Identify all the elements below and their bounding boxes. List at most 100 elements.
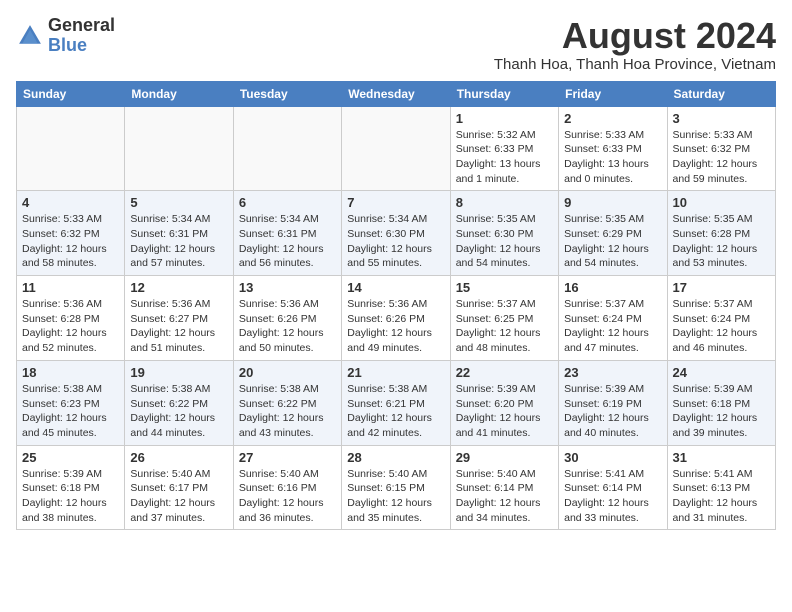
calendar-cell: 29 Sunrise: 5:40 AM Sunset: 6:14 PM Dayli… bbox=[450, 445, 558, 530]
location-subtitle: Thanh Hoa, Thanh Hoa Province, Vietnam bbox=[494, 56, 776, 73]
page-header: General Blue August 2024 Thanh Hoa, Than… bbox=[16, 16, 776, 73]
day-info: Sunrise: 5:33 AM Sunset: 6:33 PM Dayligh… bbox=[564, 128, 661, 187]
column-header-saturday: Saturday bbox=[667, 81, 775, 106]
day-number: 3 bbox=[673, 111, 770, 126]
day-info: Sunrise: 5:39 AM Sunset: 6:18 PM Dayligh… bbox=[673, 382, 770, 441]
day-number: 7 bbox=[347, 195, 444, 210]
month-year-title: August 2024 bbox=[494, 16, 776, 56]
calendar-cell: 3 Sunrise: 5:33 AM Sunset: 6:32 PM Daylig… bbox=[667, 106, 775, 191]
calendar-cell: 22 Sunrise: 5:39 AM Sunset: 6:20 PM Dayli… bbox=[450, 360, 558, 445]
calendar-cell: 31 Sunrise: 5:41 AM Sunset: 6:13 PM Dayli… bbox=[667, 445, 775, 530]
day-info: Sunrise: 5:40 AM Sunset: 6:14 PM Dayligh… bbox=[456, 467, 553, 526]
calendar-week-row: 4Sunrise: 5:33 AM Sunset: 6:32 PM Daylig… bbox=[17, 191, 776, 276]
day-number: 15 bbox=[456, 280, 553, 295]
day-number: 31 bbox=[673, 450, 770, 465]
calendar-week-row: 18 Sunrise: 5:38 AM Sunset: 6:23 PM Dayli… bbox=[17, 360, 776, 445]
calendar-week-row: 1 Sunrise: 5:32 AM Sunset: 6:33 PM Daylig… bbox=[17, 106, 776, 191]
day-number: 9 bbox=[564, 195, 661, 210]
day-info: Sunrise: 5:32 AM Sunset: 6:33 PM Dayligh… bbox=[456, 128, 553, 187]
day-info: Sunrise: 5:38 AM Sunset: 6:23 PM Dayligh… bbox=[22, 382, 119, 441]
calendar-cell: 23 Sunrise: 5:39 AM Sunset: 6:19 PM Dayli… bbox=[559, 360, 667, 445]
day-number: 22 bbox=[456, 365, 553, 380]
column-header-thursday: Thursday bbox=[450, 81, 558, 106]
day-info: Sunrise: 5:39 AM Sunset: 6:19 PM Dayligh… bbox=[564, 382, 661, 441]
day-info: Sunrise: 5:40 AM Sunset: 6:15 PM Dayligh… bbox=[347, 467, 444, 526]
calendar-cell: 9 Sunrise: 5:35 AM Sunset: 6:29 PM Daylig… bbox=[559, 191, 667, 276]
calendar-cell: 14Sunrise: 5:36 AM Sunset: 6:26 PM Dayli… bbox=[342, 276, 450, 361]
column-header-monday: Monday bbox=[125, 81, 233, 106]
day-info: Sunrise: 5:33 AM Sunset: 6:32 PM Dayligh… bbox=[673, 128, 770, 187]
day-number: 11 bbox=[22, 280, 119, 295]
day-info: Sunrise: 5:41 AM Sunset: 6:14 PM Dayligh… bbox=[564, 467, 661, 526]
column-header-wednesday: Wednesday bbox=[342, 81, 450, 106]
calendar-cell: 18 Sunrise: 5:38 AM Sunset: 6:23 PM Dayli… bbox=[17, 360, 125, 445]
day-info: Sunrise: 5:34 AM Sunset: 6:30 PM Dayligh… bbox=[347, 212, 444, 271]
day-number: 29 bbox=[456, 450, 553, 465]
day-info: Sunrise: 5:39 AM Sunset: 6:18 PM Dayligh… bbox=[22, 467, 119, 526]
day-info: Sunrise: 5:35 AM Sunset: 6:29 PM Dayligh… bbox=[564, 212, 661, 271]
day-number: 28 bbox=[347, 450, 444, 465]
day-info: Sunrise: 5:34 AM Sunset: 6:31 PM Dayligh… bbox=[239, 212, 336, 271]
calendar-cell: 17 Sunrise: 5:37 AM Sunset: 6:24 PM Dayli… bbox=[667, 276, 775, 361]
calendar-cell: 26Sunrise: 5:40 AM Sunset: 6:17 PM Dayli… bbox=[125, 445, 233, 530]
calendar-cell: 6Sunrise: 5:34 AM Sunset: 6:31 PM Daylig… bbox=[233, 191, 341, 276]
calendar-cell: 13Sunrise: 5:36 AM Sunset: 6:26 PM Dayli… bbox=[233, 276, 341, 361]
day-info: Sunrise: 5:40 AM Sunset: 6:16 PM Dayligh… bbox=[239, 467, 336, 526]
day-number: 10 bbox=[673, 195, 770, 210]
day-number: 8 bbox=[456, 195, 553, 210]
calendar-cell: 20 Sunrise: 5:38 AM Sunset: 6:22 PM Dayli… bbox=[233, 360, 341, 445]
calendar-cell: 10 Sunrise: 5:35 AM Sunset: 6:28 PM Dayli… bbox=[667, 191, 775, 276]
day-number: 1 bbox=[456, 111, 553, 126]
title-block: August 2024 Thanh Hoa, Thanh Hoa Provinc… bbox=[494, 16, 776, 73]
day-number: 30 bbox=[564, 450, 661, 465]
day-info: Sunrise: 5:38 AM Sunset: 6:22 PM Dayligh… bbox=[239, 382, 336, 441]
calendar-cell: 8Sunrise: 5:35 AM Sunset: 6:30 PM Daylig… bbox=[450, 191, 558, 276]
day-info: Sunrise: 5:37 AM Sunset: 6:24 PM Dayligh… bbox=[564, 297, 661, 356]
day-info: Sunrise: 5:36 AM Sunset: 6:26 PM Dayligh… bbox=[347, 297, 444, 356]
calendar-cell: 2 Sunrise: 5:33 AM Sunset: 6:33 PM Daylig… bbox=[559, 106, 667, 191]
calendar-cell: 28 Sunrise: 5:40 AM Sunset: 6:15 PM Dayli… bbox=[342, 445, 450, 530]
calendar-cell bbox=[125, 106, 233, 191]
column-header-friday: Friday bbox=[559, 81, 667, 106]
calendar-cell: 11 Sunrise: 5:36 AM Sunset: 6:28 PM Dayli… bbox=[17, 276, 125, 361]
calendar-cell: 7 Sunrise: 5:34 AM Sunset: 6:30 PM Daylig… bbox=[342, 191, 450, 276]
day-info: Sunrise: 5:37 AM Sunset: 6:25 PM Dayligh… bbox=[456, 297, 553, 356]
day-info: Sunrise: 5:36 AM Sunset: 6:26 PM Dayligh… bbox=[239, 297, 336, 356]
calendar-cell: 25Sunrise: 5:39 AM Sunset: 6:18 PM Dayli… bbox=[17, 445, 125, 530]
calendar-cell: 19Sunrise: 5:38 AM Sunset: 6:22 PM Dayli… bbox=[125, 360, 233, 445]
day-number: 18 bbox=[22, 365, 119, 380]
day-number: 17 bbox=[673, 280, 770, 295]
day-number: 16 bbox=[564, 280, 661, 295]
day-number: 2 bbox=[564, 111, 661, 126]
day-number: 27 bbox=[239, 450, 336, 465]
calendar-week-row: 11 Sunrise: 5:36 AM Sunset: 6:28 PM Dayli… bbox=[17, 276, 776, 361]
calendar-table: SundayMondayTuesdayWednesdayThursdayFrid… bbox=[16, 81, 776, 531]
day-info: Sunrise: 5:39 AM Sunset: 6:20 PM Dayligh… bbox=[456, 382, 553, 441]
day-number: 21 bbox=[347, 365, 444, 380]
calendar-cell bbox=[233, 106, 341, 191]
calendar-cell: 27 Sunrise: 5:40 AM Sunset: 6:16 PM Dayli… bbox=[233, 445, 341, 530]
logo-general-text: General bbox=[48, 15, 115, 35]
day-info: Sunrise: 5:36 AM Sunset: 6:28 PM Dayligh… bbox=[22, 297, 119, 356]
calendar-cell: 15 Sunrise: 5:37 AM Sunset: 6:25 PM Dayli… bbox=[450, 276, 558, 361]
day-info: Sunrise: 5:37 AM Sunset: 6:24 PM Dayligh… bbox=[673, 297, 770, 356]
day-info: Sunrise: 5:35 AM Sunset: 6:28 PM Dayligh… bbox=[673, 212, 770, 271]
day-number: 23 bbox=[564, 365, 661, 380]
day-info: Sunrise: 5:40 AM Sunset: 6:17 PM Dayligh… bbox=[130, 467, 227, 526]
calendar-cell: 30 Sunrise: 5:41 AM Sunset: 6:14 PM Dayli… bbox=[559, 445, 667, 530]
calendar-header-row: SundayMondayTuesdayWednesdayThursdayFrid… bbox=[17, 81, 776, 106]
day-info: Sunrise: 5:41 AM Sunset: 6:13 PM Dayligh… bbox=[673, 467, 770, 526]
calendar-cell: 12Sunrise: 5:36 AM Sunset: 6:27 PM Dayli… bbox=[125, 276, 233, 361]
day-info: Sunrise: 5:36 AM Sunset: 6:27 PM Dayligh… bbox=[130, 297, 227, 356]
calendar-cell: 1 Sunrise: 5:32 AM Sunset: 6:33 PM Daylig… bbox=[450, 106, 558, 191]
day-number: 19 bbox=[130, 365, 227, 380]
logo: General Blue bbox=[16, 16, 115, 56]
column-header-sunday: Sunday bbox=[17, 81, 125, 106]
day-number: 20 bbox=[239, 365, 336, 380]
calendar-cell: 21Sunrise: 5:38 AM Sunset: 6:21 PM Dayli… bbox=[342, 360, 450, 445]
calendar-week-row: 25Sunrise: 5:39 AM Sunset: 6:18 PM Dayli… bbox=[17, 445, 776, 530]
day-number: 5 bbox=[130, 195, 227, 210]
calendar-cell: 4Sunrise: 5:33 AM Sunset: 6:32 PM Daylig… bbox=[17, 191, 125, 276]
calendar-cell bbox=[342, 106, 450, 191]
logo-icon bbox=[16, 22, 44, 50]
